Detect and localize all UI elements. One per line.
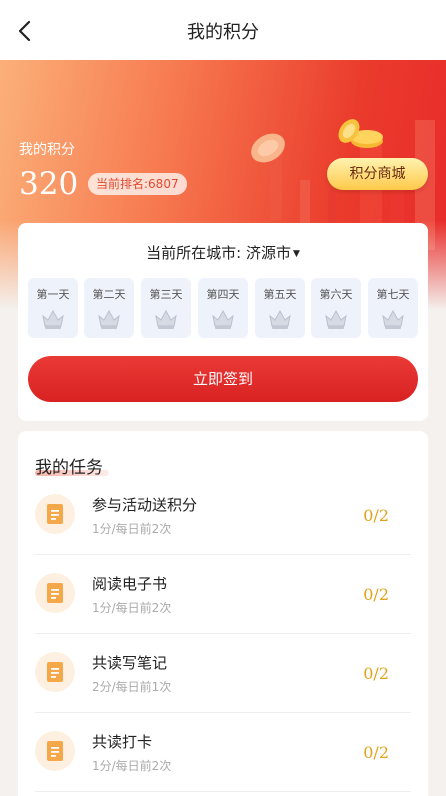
day-label: 第二天 [92,288,126,301]
signin-day: 第七天 [368,278,418,338]
document-icon [47,583,63,603]
task-desc: 1分/每日前2次 [92,522,172,536]
task-item[interactable]: 共读打卡 1分/每日前2次 0/2 [35,713,411,792]
points-mall-button[interactable]: 积分商城 [327,158,428,190]
signin-day: 第五天 [255,278,305,338]
signin-day: 第一天 [28,278,78,338]
task-desc: 1分/每日前2次 [92,601,172,615]
crown-icon [42,309,64,329]
task-progress: 0/2 [363,664,389,683]
document-icon [47,741,63,761]
day-label: 第七天 [376,288,410,301]
crown-icon [98,309,120,329]
signin-days: 第一天 第二天 第三天 第四天 第五天 第六天 第七天 [28,278,418,338]
task-name: 阅读电子书 [92,575,168,593]
task-progress: 0/2 [363,585,389,604]
document-icon [47,504,63,524]
day-label: 第四天 [206,288,240,301]
task-icon-wrap [35,494,75,534]
points-value: 320 [19,166,79,202]
task-icon-wrap [35,731,75,771]
task-desc: 1分/每日前2次 [92,759,172,773]
navbar: 我的积分 [0,0,446,60]
signin-day: 第二天 [84,278,134,338]
city-row: 当前所在城市: 济源市 ▼ [18,242,428,263]
points-label: 我的积分 [19,142,75,158]
day-label: 第六天 [319,288,353,301]
city-prefix: 当前所在城市: [146,244,242,262]
signin-day: 第六天 [311,278,361,338]
tasks-card: 我的任务 参与活动送积分 1分/每日前2次 0/2 阅读电子书 1分/每日前2次… [18,431,428,796]
task-name: 共读打卡 [92,733,153,751]
task-progress: 0/2 [363,743,389,762]
signin-day: 第四天 [198,278,248,338]
city-name: 济源市 [245,244,291,262]
signin-button[interactable]: 立即签到 [28,356,418,402]
tasks-title: 我的任务 [35,458,103,478]
signin-day: 第三天 [141,278,191,338]
task-item[interactable]: 阅读电子书 1分/每日前2次 0/2 [35,555,411,634]
coins-icon [338,119,383,148]
task-item[interactable]: 共读写笔记 2分/每日前1次 0/2 [35,634,411,713]
task-icon-wrap [35,573,75,613]
day-label: 第五天 [263,288,297,301]
task-item[interactable]: 参与活动送积分 1分/每日前2次 0/2 [35,476,411,555]
day-label: 第三天 [149,288,183,301]
task-name: 共读写笔记 [92,654,168,672]
rank-badge: 当前排名:6807 [88,173,187,195]
task-desc: 2分/每日前1次 [92,680,172,694]
crown-icon [382,309,404,329]
crown-icon [325,309,347,329]
signin-card: 当前所在城市: 济源市 ▼ 第一天 第二天 第三天 第四天 第五天 第六天 第七天 [18,223,428,421]
city-selector[interactable]: 济源市 ▼ [246,244,300,262]
crown-icon [212,309,234,329]
caret-down-icon: ▼ [292,248,300,259]
document-icon [47,662,63,682]
day-label: 第一天 [36,288,70,301]
task-icon-wrap [35,652,75,692]
task-progress: 0/2 [363,506,389,525]
crown-icon [269,309,291,329]
task-name: 参与活动送积分 [92,496,198,514]
page-title: 我的积分 [187,22,259,43]
crown-icon [155,309,177,329]
